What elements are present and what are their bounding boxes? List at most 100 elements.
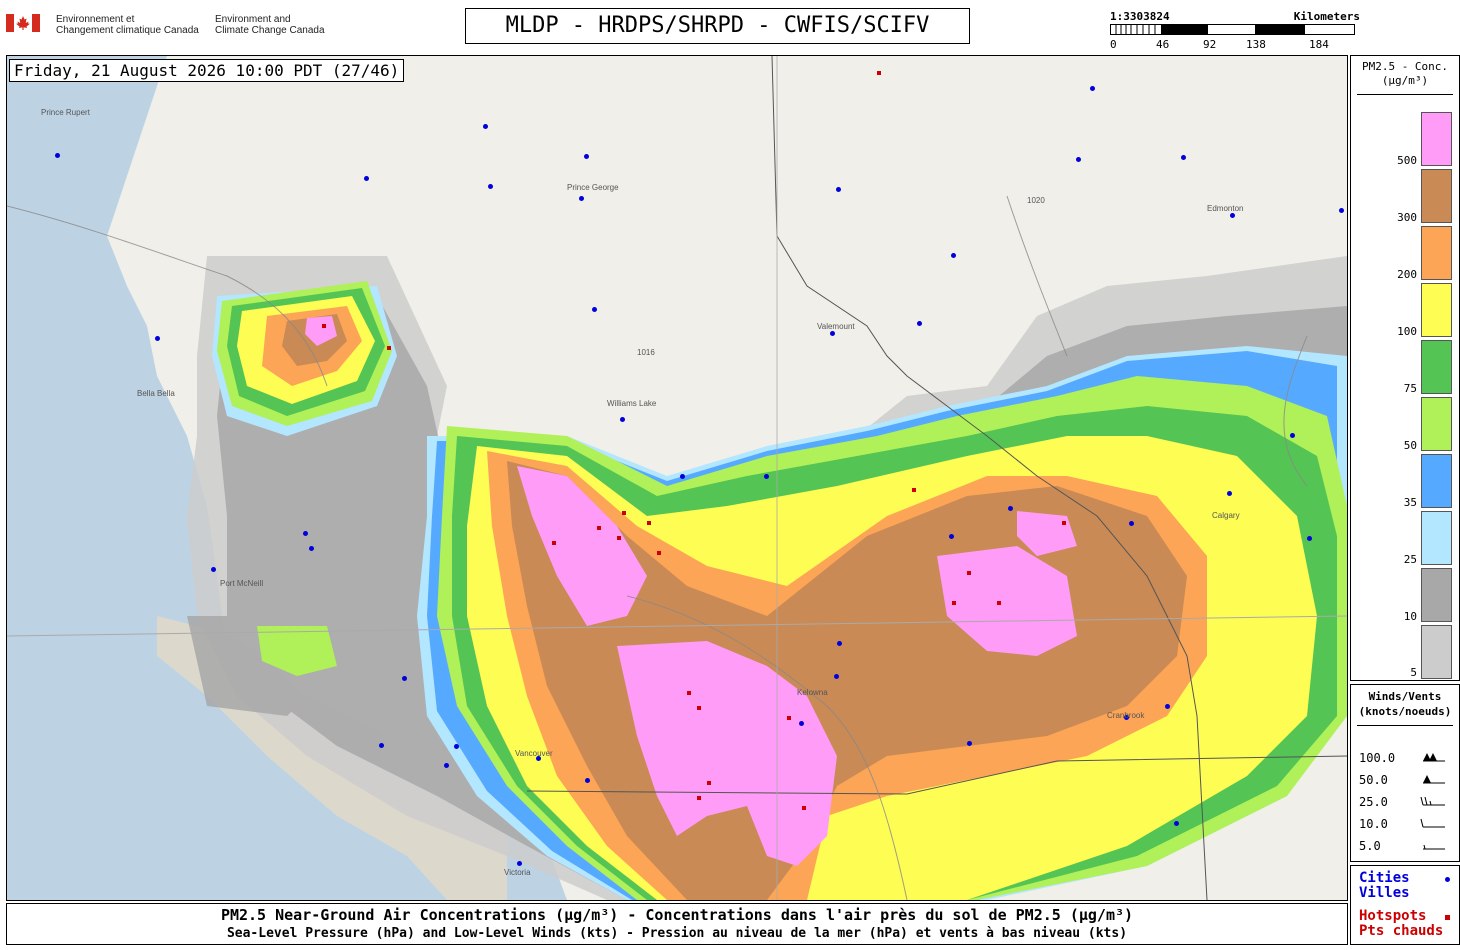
city-label: Prince Rupert [41,108,90,117]
city-label: 1016 [637,348,655,357]
wind-legend-row: 10.0 [1359,817,1454,831]
legend-label: 50 [1403,439,1417,452]
city-marker [379,743,384,748]
city-marker [836,187,841,192]
city-label: Prince George [567,183,619,192]
city-marker [592,307,597,312]
city-label: Edmonton [1207,204,1244,213]
wind-legend-row: 50.0 [1359,773,1454,787]
smoke-forecast-map[interactable]: Prince Rupert Prince George Edmonton Val… [6,55,1348,901]
legend-swatch-25 [1421,511,1452,565]
city-marker [211,567,216,572]
city-marker [488,184,493,189]
caption-line2: Sea-Level Pressure (hPa) and Low-Level W… [226,926,1128,941]
symbols-legend: Cities Villes Hotspots Pts chauds [1350,865,1460,945]
pm25-legend: PM2.5 - Conc. (µg/m³) 500 300 200 100 75… [1350,55,1460,681]
legend-label: 10 [1403,610,1417,623]
scale-ratio: 1:3303824 [1110,10,1170,23]
city-label: 1020 [1027,196,1045,205]
city-marker [1090,86,1095,91]
city-marker [834,674,839,679]
wind-legend-row: 100.0 [1359,751,1454,765]
city-marker [1165,704,1170,709]
wind-legend: Winds/Vents (knots/noeuds) 100.0 50.0 25… [1350,684,1460,862]
scale-bar-graphic [1110,24,1355,35]
wind-legend-title: Winds/Vents [1368,690,1442,703]
city-marker [951,253,956,258]
scale-tick-0: 0 [1110,38,1117,51]
pm25-legend-unit: (µg/m³) [1381,74,1429,87]
scale-unit: Kilometers [1293,10,1360,23]
legend-swatch-200 [1421,226,1452,280]
legend-label: 25 [1403,553,1417,566]
city-marker [680,474,685,479]
city-marker [1339,208,1344,213]
legend-swatch-500 [1421,112,1452,166]
wind-barb-icon [1423,775,1445,784]
city-label: Vancouver [515,749,553,758]
agency-fr-line2: Changement climatique Canada [56,25,199,36]
map-caption: PM2.5 Near-Ground Air Concentrations (µg… [6,903,1348,945]
city-marker [837,641,842,646]
legend-label: 500 [1397,154,1417,167]
city-label: Cranbrook [1107,711,1145,720]
scale-tick-184: 184 [1309,38,1329,51]
scale-tick-138: 138 [1246,38,1266,51]
city-marker [303,531,308,536]
canada-flag-icon [6,14,40,32]
city-marker [1230,213,1235,218]
wind-legend-row: 5.0 [1359,839,1454,853]
wind-barb-icon [1420,818,1445,828]
legend-swatch-50 [1421,397,1452,451]
city-label: Victoria [504,868,531,877]
legend-label: 200 [1397,268,1417,281]
legend-swatch-300 [1421,169,1452,223]
city-marker [1076,157,1081,162]
city-marker [1227,491,1232,496]
product-title: MLDP - HRDPS/SHRPD - CWFIS/SCIFV [465,8,970,44]
city-marker [967,741,972,746]
city-label: Port McNeill [220,579,264,588]
wind-barb-icon [1423,753,1445,762]
city-marker [949,534,954,539]
city-marker [917,321,922,326]
city-label: Calgary [1212,511,1240,520]
city-marker [309,546,314,551]
city-marker [155,336,160,341]
legend-label: 5 [1410,666,1417,679]
hotspots-label-fr: Pts chauds [1359,923,1444,939]
city-marker [585,778,590,783]
legend-swatch-5 [1421,625,1452,679]
legend-label: 100 [1397,325,1417,338]
hotspots-label-en: Hotspots [1359,908,1427,924]
city-marker [1290,433,1295,438]
city-marker [454,744,459,749]
legend-swatch-100 [1421,283,1452,337]
agency-fr-line1: Environnement et [56,14,135,25]
map-canvas [7,56,1347,900]
city-marker [799,721,804,726]
city-marker [1307,536,1312,541]
legend-swatch-35 [1421,454,1452,508]
city-label: Kelowna [797,688,828,697]
cities-label-fr: Villes [1359,885,1410,901]
city-marker [830,331,835,336]
legend-label: 75 [1403,382,1417,395]
scale-tick-92: 92 [1203,38,1217,51]
hotspot-symbol-icon [1445,915,1450,920]
city-marker [1129,521,1134,526]
city-marker [764,474,769,479]
pm25-legend-title: PM2.5 - Conc. [1361,60,1449,73]
scale-tick-46: 46 [1156,38,1170,51]
city-marker [517,861,522,866]
caption-line1: PM2.5 Near-Ground Air Concentrations (µg… [220,906,1134,924]
city-marker [1181,155,1186,160]
city-marker [1008,506,1013,511]
city-marker [444,763,449,768]
city-label: Valemount [817,322,855,331]
city-marker [402,676,407,681]
city-marker [483,124,488,129]
forecast-datetime: Friday, 21 August 2026 10:00 PDT (27/46) [9,59,405,82]
agency-en-line1: Environment and [215,14,291,25]
city-marker [620,417,625,422]
